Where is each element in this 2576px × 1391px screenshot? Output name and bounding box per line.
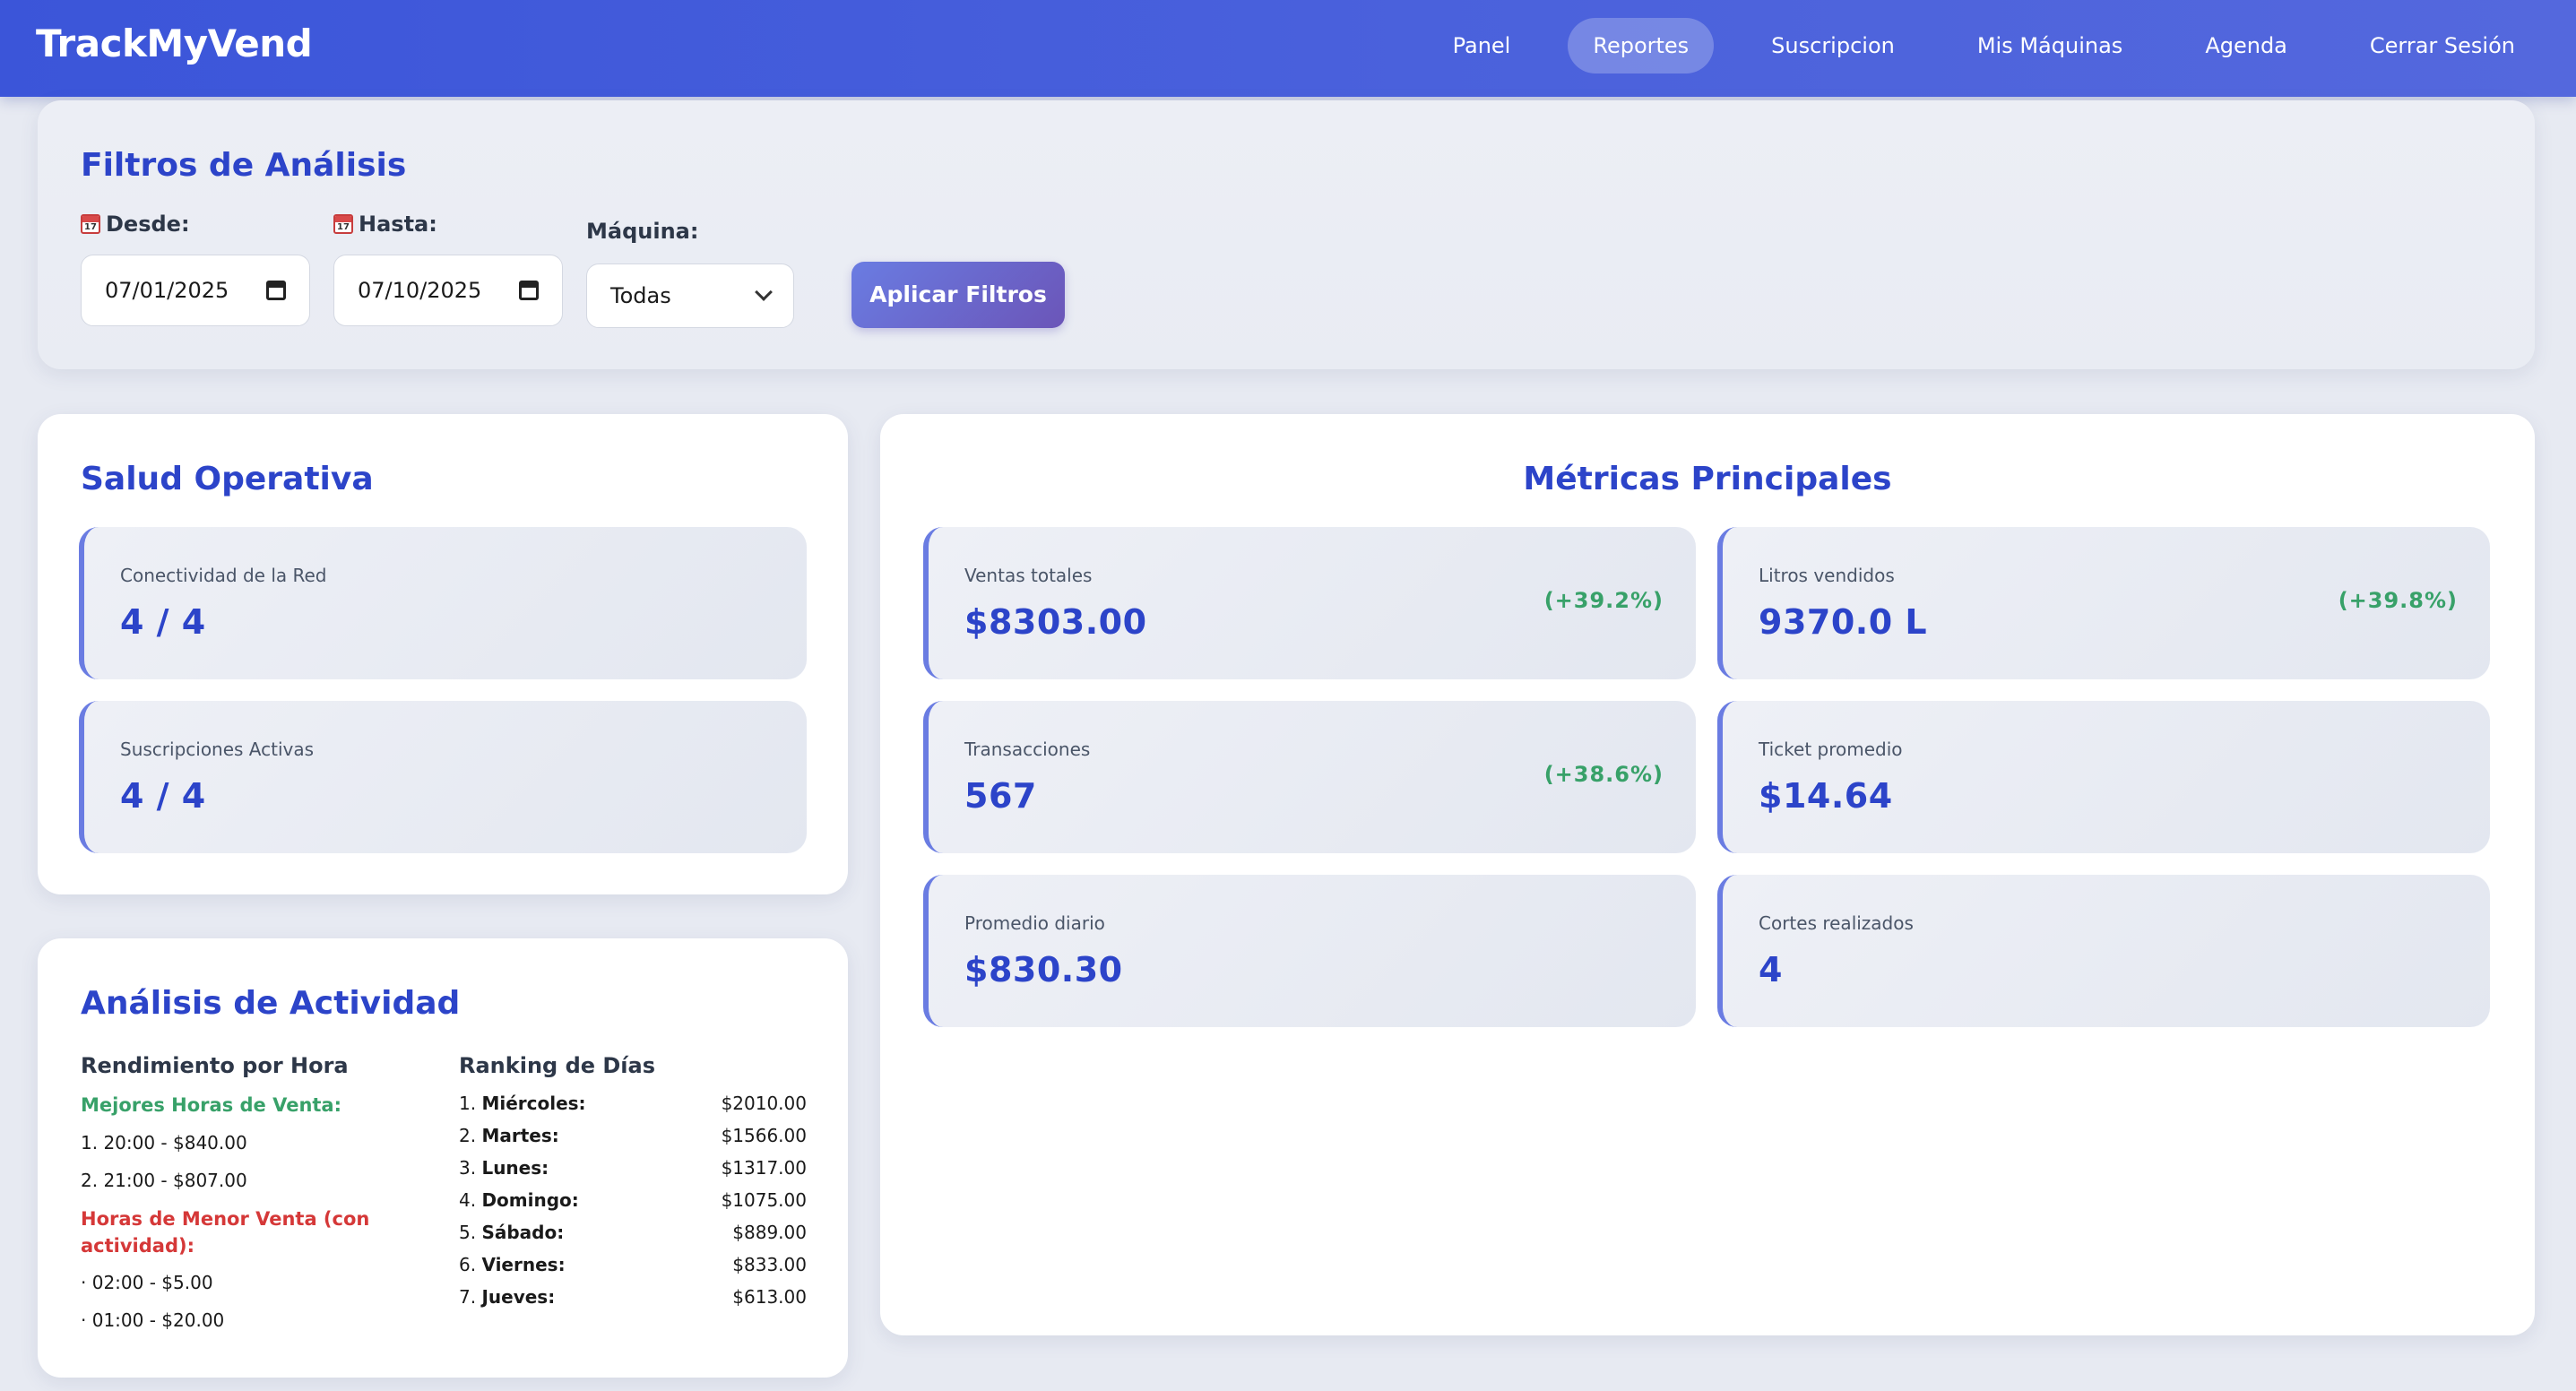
desde-label: Desde: [106, 212, 190, 237]
analisis-actividad-card: Análisis de Actividad Rendimiento por Ho… [38, 938, 848, 1378]
top-navbar: TrackMyVend Panel Reportes Suscripcion M… [0, 0, 2576, 97]
maquina-select[interactable]: Todas [586, 264, 794, 328]
ranking-row: 5. Sábado: $889.00 [459, 1222, 807, 1243]
nav-links: Panel Reportes Suscripcion Mis Máquinas … [1396, 18, 2540, 73]
ranking-row: 6. Viernes: $833.00 [459, 1254, 807, 1275]
date-picker-icon[interactable] [266, 281, 286, 300]
nav-item-cerrar-sesion[interactable]: Cerrar Sesión [2345, 18, 2540, 73]
nav-item-mis-maquinas[interactable]: Mis Máquinas [1952, 18, 2148, 73]
desde-group: Desde: [81, 212, 190, 237]
nav-item-reportes[interactable]: Reportes [1568, 18, 1715, 73]
transacciones-metric: Transacciones 567 (+38.6%) [923, 701, 1696, 853]
nav-item-suscripcion[interactable]: Suscripcion [1746, 18, 1920, 73]
hasta-date-input[interactable]: 07/10/2025 [333, 255, 563, 326]
calendar-icon [81, 214, 100, 234]
mejor-hora-item: 1. 20:00 - $840.00 [81, 1132, 247, 1153]
actividad-title: Análisis de Actividad [81, 985, 461, 1022]
hasta-group: Hasta: [333, 212, 437, 237]
ranking-row: 4. Domingo: $1075.00 [459, 1189, 807, 1211]
change-badge: (+38.6%) [1543, 762, 1664, 787]
suscripciones-metric: Suscripciones Activas 4 / 4 [79, 701, 807, 853]
ventas-totales-metric: Ventas totales $8303.00 (+39.2%) [923, 527, 1696, 679]
change-badge: (+39.2%) [1543, 588, 1664, 613]
mejores-horas-label: Mejores Horas de Venta: [81, 1094, 342, 1116]
rendimiento-hora-heading: Rendimiento por Hora [81, 1053, 349, 1078]
date-picker-icon[interactable] [519, 281, 539, 300]
filters-title: Filtros de Análisis [81, 147, 407, 184]
ticket-promedio-metric: Ticket promedio $14.64 [1717, 701, 2490, 853]
calendar-icon [333, 214, 353, 234]
brand-logo[interactable]: TrackMyVend [36, 22, 313, 65]
ranking-row: 2. Martes: $1566.00 [459, 1125, 807, 1146]
nav-item-agenda[interactable]: Agenda [2180, 18, 2312, 73]
change-badge: (+39.8%) [2338, 588, 2458, 613]
ranking-dias-heading: Ranking de Días [459, 1053, 656, 1078]
metricas-principales-card: Métricas Principales Ventas totales $830… [880, 414, 2535, 1335]
promedio-diario-metric: Promedio diario $830.30 [923, 875, 1696, 1027]
salud-operativa-card: Salud Operativa Conectividad de la Red 4… [38, 414, 848, 894]
ranking-row: 1. Miércoles: $2010.00 [459, 1093, 807, 1114]
maquina-label: Máquina: [586, 219, 699, 244]
ranking-row: 7. Jueves: $613.00 [459, 1286, 807, 1308]
menor-hora-item: · 02:00 - $5.00 [81, 1272, 213, 1293]
maquina-group: Máquina: [586, 219, 698, 244]
mejor-hora-item: 2. 21:00 - $807.00 [81, 1170, 247, 1191]
conectividad-metric: Conectividad de la Red 4 / 4 [79, 527, 807, 679]
salud-title: Salud Operativa [81, 461, 374, 497]
chevron-down-icon [755, 283, 773, 301]
ranking-row: 3. Lunes: $1317.00 [459, 1157, 807, 1179]
menor-hora-item: · 01:00 - $20.00 [81, 1309, 225, 1331]
apply-filters-button[interactable]: Aplicar Filtros [851, 262, 1065, 328]
menor-venta-label: Horas de Menor Venta (con actividad): [81, 1208, 370, 1257]
litros-vendidos-metric: Litros vendidos 9370.0 L (+39.8%) [1717, 527, 2490, 679]
cortes-realizados-metric: Cortes realizados 4 [1717, 875, 2490, 1027]
nav-item-panel[interactable]: Panel [1428, 18, 1536, 73]
desde-date-input[interactable]: 07/01/2025 [81, 255, 310, 326]
metricas-title: Métricas Principales [1523, 461, 1892, 497]
filters-card: Filtros de Análisis Desde: 07/01/2025 Ha… [38, 100, 2535, 369]
hasta-label: Hasta: [359, 212, 437, 237]
